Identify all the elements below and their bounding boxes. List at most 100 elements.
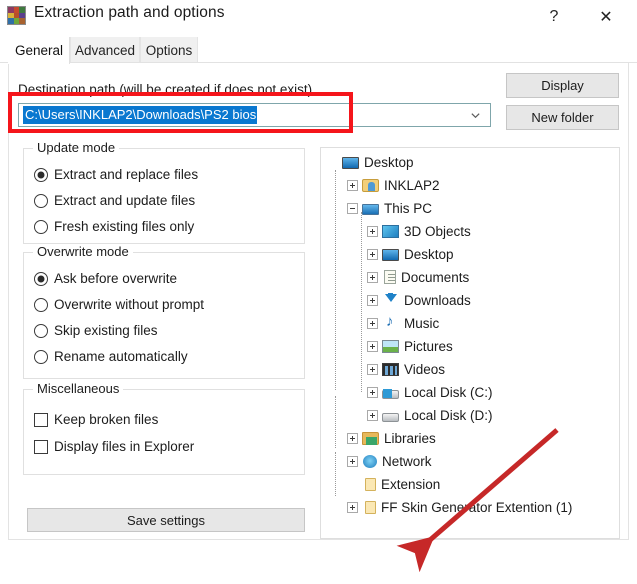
tree-item[interactable]: Music	[367, 313, 439, 333]
option-label: Ask before overwrite	[54, 271, 178, 286]
destination-path-input[interactable]: C:\Users\INKLAP2\Downloads\PS2 bios	[18, 103, 491, 127]
destination-path-value: C:\Users\INKLAP2\Downloads\PS2 bios	[23, 106, 258, 124]
tree-item[interactable]: FF Skin Generator Extention (1)	[347, 497, 572, 517]
checkbox-indicator	[34, 412, 48, 427]
folder-icon	[365, 501, 376, 514]
option-label: Extract and update files	[54, 193, 196, 208]
network-icon	[363, 455, 377, 468]
expand-icon[interactable]	[367, 294, 378, 306]
overwrite-mode-group: Overwrite mode Ask before overwrite Over…	[23, 244, 305, 379]
radio-rename-automatically[interactable]: Rename automatically	[34, 347, 188, 366]
tab-general[interactable]: General	[8, 37, 70, 65]
expand-icon[interactable]	[367, 386, 378, 398]
tree-item[interactable]: Videos	[367, 359, 445, 379]
miscellaneous-group: Miscellaneous Keep broken files Display …	[23, 381, 305, 475]
save-settings-button[interactable]: Save settings	[27, 508, 305, 532]
tree-item[interactable]: Downloads	[367, 290, 471, 310]
radio-skip-existing-files[interactable]: Skip existing files	[34, 321, 158, 340]
expand-icon[interactable]	[367, 225, 378, 237]
pictures-icon	[382, 340, 399, 353]
tree-item[interactable]: Desktop	[327, 152, 414, 172]
expand-icon[interactable]	[367, 248, 378, 260]
option-label: Display files in Explorer	[54, 439, 195, 454]
help-button[interactable]: ?	[531, 0, 577, 33]
tree-item[interactable]: 3D Objects	[367, 221, 471, 241]
tab-strip: General Advanced Options	[0, 33, 637, 65]
overwrite-mode-legend: Overwrite mode	[33, 244, 133, 259]
tree-item-label: Local Disk (C:)	[404, 384, 493, 400]
dialog-button-bar: OK Cancel Help	[0, 542, 637, 584]
radio-indicator	[34, 193, 48, 208]
tree-item-label: FF Skin Generator Extention (1)	[381, 499, 573, 515]
expand-icon[interactable]	[347, 455, 358, 467]
tree-item-label: Libraries	[384, 430, 436, 446]
downloads-icon	[382, 292, 399, 308]
folder-icon	[365, 478, 376, 491]
option-label: Rename automatically	[54, 349, 188, 364]
tree-guide-line	[335, 452, 336, 496]
tree-item-label: Network	[382, 453, 432, 469]
tree-guide-line	[361, 212, 362, 392]
tree-item-label: Videos	[404, 361, 446, 377]
tree-item[interactable]: This PC	[347, 198, 432, 218]
collapse-icon[interactable]	[347, 202, 358, 214]
window-title: Extraction path and options	[34, 4, 225, 21]
tree-item-label: Desktop	[404, 246, 454, 262]
expand-icon[interactable]	[347, 432, 358, 444]
tree-item[interactable]: Local Disk (C:)	[367, 382, 493, 402]
folder-tree[interactable]: Desktop INKLAP2 This PC 3D Objects Desktop Do…	[320, 147, 620, 539]
checkbox-display-files-in-explorer[interactable]: Display files in Explorer	[34, 437, 194, 456]
radio-indicator	[34, 297, 48, 312]
tree-item-label: This PC	[384, 200, 433, 216]
expand-icon[interactable]	[367, 409, 378, 421]
expand-icon[interactable]	[367, 317, 378, 329]
new-folder-button[interactable]: New folder	[506, 105, 619, 130]
tree-guide-line	[335, 396, 336, 448]
option-label: Keep broken files	[54, 412, 159, 427]
tree-item-label: Local Disk (D:)	[404, 407, 493, 423]
expand-icon[interactable]	[347, 179, 358, 191]
close-icon[interactable]: ✕	[583, 0, 629, 33]
radio-ask-before-overwrite[interactable]: Ask before overwrite	[34, 269, 177, 288]
chevron-down-icon[interactable]	[470, 110, 481, 121]
tree-item[interactable]: Documents	[367, 267, 469, 287]
radio-extract-and-replace-files[interactable]: Extract and replace files	[34, 165, 198, 184]
tree-item[interactable]: Desktop	[367, 244, 454, 264]
tree-guide-line	[335, 170, 336, 390]
tree-item-label: INKLAP2	[384, 177, 440, 193]
tree-item[interactable]: Network	[347, 451, 432, 471]
checkbox-keep-broken-files[interactable]: Keep broken files	[34, 410, 158, 429]
radio-fresh-existing-files-only[interactable]: Fresh existing files only	[34, 217, 194, 236]
tree-item-label: Music	[404, 315, 440, 331]
expand-icon[interactable]	[347, 501, 358, 513]
option-label: Skip existing files	[54, 323, 158, 338]
tree-item-label: Downloads	[404, 292, 471, 308]
tab-advanced[interactable]: Advanced	[70, 37, 140, 63]
radio-indicator	[34, 271, 48, 286]
tree-item[interactable]: Pictures	[367, 336, 453, 356]
monitor-icon	[382, 249, 399, 261]
expand-icon[interactable]	[367, 363, 378, 375]
expand-icon[interactable]	[367, 271, 378, 283]
title-bar: Extraction path and options ? ✕	[0, 0, 637, 33]
radio-extract-and-update-files[interactable]: Extract and update files	[34, 191, 195, 210]
radio-indicator	[34, 349, 48, 364]
tree-item[interactable]: Extension	[347, 474, 440, 494]
tab-options[interactable]: Options	[140, 37, 198, 63]
radio-indicator	[34, 167, 48, 182]
documents-icon	[384, 270, 396, 284]
windows-disk-icon	[382, 388, 399, 399]
this-pc-icon	[362, 203, 379, 215]
expand-icon[interactable]	[367, 340, 378, 352]
tree-item[interactable]: Libraries	[347, 428, 436, 448]
option-label: Extract and replace files	[54, 167, 199, 182]
radio-overwrite-without-prompt[interactable]: Overwrite without prompt	[34, 295, 204, 314]
display-button[interactable]: Display	[506, 73, 619, 98]
archive-icon	[7, 6, 26, 25]
3d-objects-icon	[382, 225, 399, 238]
destination-path-label: Destination path (will be created if doe…	[18, 82, 313, 97]
tree-item[interactable]: INKLAP2	[347, 175, 440, 195]
tree-item[interactable]: Local Disk (D:)	[367, 405, 493, 425]
